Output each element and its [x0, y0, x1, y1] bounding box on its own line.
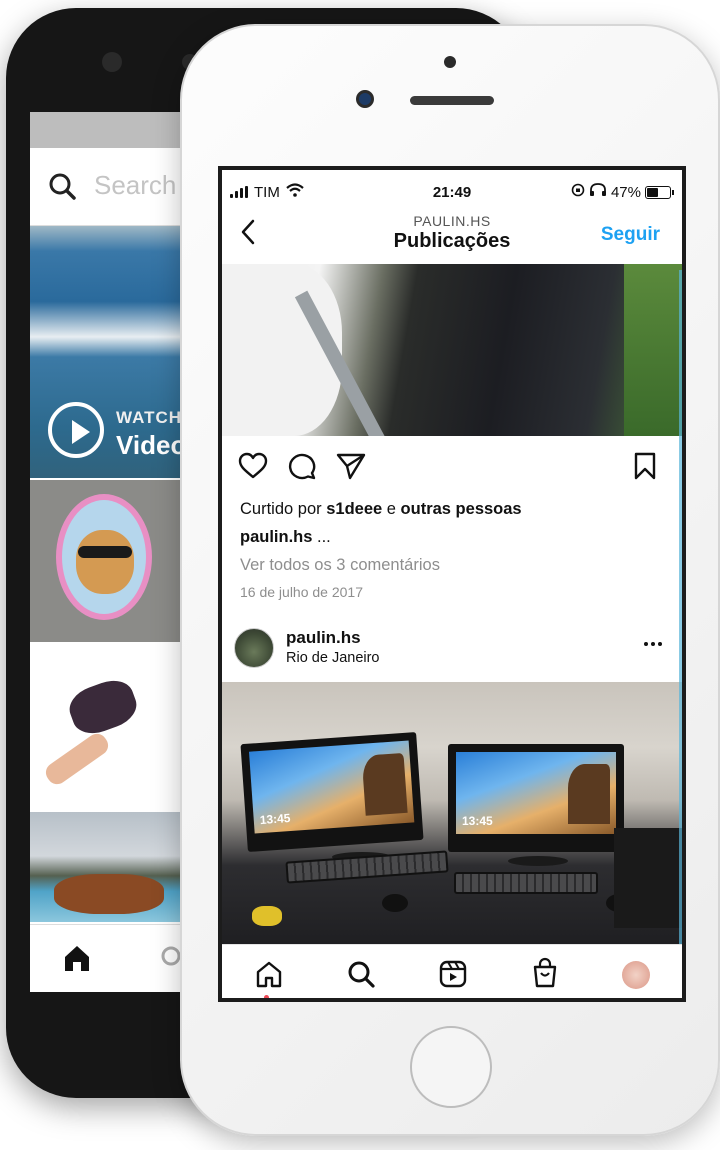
scroll-indicator — [679, 270, 682, 950]
post-actions — [222, 436, 682, 496]
video-label: Video — [116, 430, 187, 460]
liked-user-link[interactable]: s1deee — [326, 500, 382, 518]
view-comments-link[interactable]: Ver todos os 3 comentários — [240, 556, 440, 575]
post-photo-desk[interactable]: 13:45 13:45 — [222, 682, 682, 944]
comment-icon[interactable] — [288, 452, 316, 485]
heart-icon[interactable] — [238, 452, 268, 485]
caption-text[interactable]: ... — [312, 528, 331, 546]
watch-label: WATCH — [116, 408, 183, 427]
feed[interactable]: Curtido por s1deee e outras pessoas paul… — [222, 264, 682, 944]
phone-screen: TIM 21:49 47% PAULIN.HS Publicações Segu… — [218, 166, 686, 1002]
post-date: 16 de julho de 2017 — [240, 584, 363, 600]
status-bar: TIM 21:49 47% — [222, 170, 682, 210]
monitor-stand — [508, 856, 568, 866]
search-placeholder: Search — [94, 170, 177, 200]
profile-avatar[interactable] — [622, 961, 650, 989]
battery-icon — [645, 185, 671, 199]
likes-line: Curtido por s1deee e outras pessoas — [240, 500, 522, 519]
monitor-time: 13:45 — [462, 814, 493, 828]
home-icon[interactable] — [62, 943, 92, 978]
arm-image — [42, 729, 112, 789]
battery-percent: 47% — [610, 183, 641, 201]
pliers-image — [252, 906, 282, 926]
earpiece-speaker — [410, 96, 494, 105]
reels-icon[interactable] — [438, 959, 468, 994]
cat-mirror-image — [56, 494, 152, 620]
monitor-right-image: 13:45 — [448, 744, 624, 852]
post-header: paulin.hs Rio de Janeiro — [222, 618, 682, 682]
avatar[interactable] — [234, 628, 274, 668]
caption-username[interactable]: paulin.hs — [240, 528, 312, 546]
likes-prefix: Curtido por — [240, 500, 327, 518]
follow-button[interactable]: Seguir — [601, 224, 660, 246]
likes-middle: e — [382, 500, 401, 518]
search-icon[interactable] — [346, 959, 376, 994]
share-icon[interactable] — [336, 452, 366, 485]
mouse-image — [382, 894, 408, 912]
front-sensor — [444, 56, 456, 68]
keyboard-image — [285, 850, 449, 884]
top-nav: PAULIN.HS Publicações Seguir — [222, 210, 682, 264]
dog-image — [64, 674, 142, 740]
caption-line: paulin.hs ... — [240, 528, 331, 547]
post-photo[interactable] — [222, 264, 682, 436]
headphones-icon — [589, 183, 607, 201]
likes-others-link[interactable]: outras pessoas — [401, 500, 522, 518]
back-phone-camera — [102, 52, 122, 72]
post-username[interactable]: paulin.hs — [286, 628, 361, 648]
search-icon — [48, 172, 76, 205]
front-phone: TIM 21:49 47% PAULIN.HS Publicações Segu… — [180, 24, 720, 1136]
post-location[interactable]: Rio de Janeiro — [286, 650, 380, 666]
keyboard-image — [454, 872, 598, 894]
monitor-time: 13:45 — [259, 810, 291, 828]
play-icon — [48, 402, 104, 458]
rotation-lock-icon — [571, 183, 585, 201]
home-icon[interactable] — [254, 959, 284, 994]
bookmark-icon[interactable] — [634, 452, 656, 485]
status-right: 47% — [571, 183, 674, 201]
front-camera — [356, 90, 374, 108]
home-active-dot — [264, 995, 269, 998]
shop-icon[interactable] — [530, 957, 560, 994]
burger-image — [54, 874, 164, 914]
home-button[interactable] — [410, 1026, 492, 1108]
bottom-tab-bar — [222, 944, 682, 998]
pc-tower-image — [614, 828, 682, 928]
more-options-icon[interactable] — [644, 642, 662, 646]
monitor-left-image: 13:45 — [240, 731, 424, 853]
